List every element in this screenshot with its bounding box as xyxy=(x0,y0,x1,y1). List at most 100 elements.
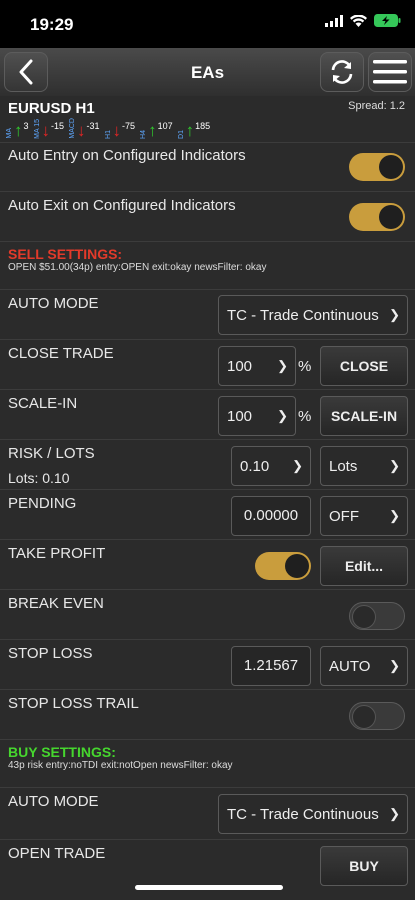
break-even-toggle[interactable] xyxy=(349,602,405,630)
pending-mode-select[interactable]: OFF ❯ xyxy=(320,496,408,536)
pending-mode-value: OFF xyxy=(329,508,359,525)
arrow-up-icon: ↑ xyxy=(185,120,195,140)
hamburger-menu-icon xyxy=(373,60,407,84)
buy-settings-title: BUY SETTINGS: xyxy=(8,744,116,760)
risk-lots-row: RISK / LOTS Lots: 0.10 0.10 ❯ Lots ❯ xyxy=(0,440,415,490)
indicator-value: 107 xyxy=(157,120,173,131)
indicator-label: MA 15 xyxy=(33,118,41,139)
toggle-knob xyxy=(379,155,403,179)
pending-label: PENDING xyxy=(8,495,77,512)
menu-button[interactable] xyxy=(368,52,412,92)
take-profit-label: TAKE PROFIT xyxy=(8,545,106,562)
toggle-knob xyxy=(285,554,309,578)
scale-in-percent-value: 100 xyxy=(227,408,253,425)
refresh-button[interactable] xyxy=(320,52,364,92)
chevron-down-icon: ❯ xyxy=(277,408,288,423)
stop-loss-trail-toggle[interactable] xyxy=(349,702,405,730)
symbol-header: EURUSD H1 Spread: 1.2 MA ↑ 3 MA 15 ↓ -15 MACD ↓… xyxy=(0,96,415,143)
take-profit-edit-button[interactable]: Edit... xyxy=(320,546,408,586)
wifi-icon xyxy=(350,14,367,27)
auto-entry-row: Auto Entry on Configured Indicators xyxy=(0,142,415,192)
auto-exit-row: Auto Exit on Configured Indicators xyxy=(0,192,415,242)
close-trade-percent-sign: % xyxy=(298,358,312,375)
buy-button[interactable]: BUY xyxy=(320,846,408,886)
close-button[interactable]: CLOSE xyxy=(320,346,408,386)
auto-exit-label: Auto Exit on Configured Indicators xyxy=(8,197,236,214)
sell-auto-mode-label: AUTO MODE xyxy=(8,295,99,312)
scale-in-percent-sign: % xyxy=(298,408,312,425)
chevron-down-icon: ❯ xyxy=(277,358,288,373)
auto-entry-toggle[interactable] xyxy=(349,153,405,181)
stop-loss-label: STOP LOSS xyxy=(8,645,93,662)
stop-loss-trail-label: STOP LOSS TRAIL xyxy=(8,695,139,712)
sell-auto-mode-value: TC - Trade Continuous xyxy=(227,307,379,324)
auto-entry-label: Auto Entry on Configured Indicators xyxy=(8,147,246,164)
indicator-item: H1 ↓ -75 xyxy=(104,120,136,139)
indicator-value: -31 xyxy=(86,120,100,131)
sell-settings-summary: OPEN $51.00(34p) entry:OPEN exit:okay ne… xyxy=(8,262,267,273)
stop-loss-mode-select[interactable]: AUTO ❯ xyxy=(320,646,408,686)
pending-price-input[interactable]: 0.00000 xyxy=(231,496,311,536)
chevron-left-icon xyxy=(19,59,33,85)
arrow-up-icon: ↑ xyxy=(148,120,157,140)
indicator-label: H1 xyxy=(104,129,112,139)
indicator-value: 3 xyxy=(23,120,29,131)
chevron-down-icon: ❯ xyxy=(389,508,400,523)
buy-settings-header: BUY SETTINGS: 43p risk entry:noTDI exit:… xyxy=(0,740,415,788)
stop-loss-mode-value: AUTO xyxy=(329,658,371,675)
toggle-knob xyxy=(352,705,376,729)
arrow-down-icon: ↓ xyxy=(77,120,86,140)
risk-value-select[interactable]: 0.10 ❯ xyxy=(231,446,311,486)
stop-loss-price-input[interactable]: 1.21567 xyxy=(231,646,311,686)
indicator-label: MA xyxy=(6,128,13,139)
indicator-item: MA 15 ↓ -15 xyxy=(34,119,65,139)
indicator-label: H4 xyxy=(140,129,148,139)
refresh-icon xyxy=(331,60,353,84)
risk-lots-label: RISK / LOTS xyxy=(8,445,95,462)
scale-in-percent-select[interactable]: 100 ❯ xyxy=(218,396,296,436)
status-time: 19:29 xyxy=(30,15,74,34)
navigation-bar: EAs xyxy=(0,48,415,97)
indicator-value: -15 xyxy=(51,120,65,131)
spread-value: Spread: 1.2 xyxy=(348,100,405,112)
break-even-label: BREAK EVEN xyxy=(8,595,104,612)
risk-type-value: Lots xyxy=(329,458,358,475)
take-profit-toggle[interactable] xyxy=(255,552,311,580)
stop-loss-row: STOP LOSS 1.21567 AUTO ❯ xyxy=(0,640,415,690)
indicator-item: D1 ↑ 185 xyxy=(178,120,211,140)
scale-in-button[interactable]: SCALE-IN xyxy=(320,396,408,436)
chevron-down-icon: ❯ xyxy=(292,458,303,473)
close-trade-percent-select[interactable]: 100 ❯ xyxy=(218,346,296,386)
pending-row: PENDING 0.00000 OFF ❯ xyxy=(0,490,415,540)
auto-exit-toggle[interactable] xyxy=(349,203,405,231)
sell-auto-mode-select[interactable]: TC - Trade Continuous ❯ xyxy=(218,295,408,335)
arrow-down-icon: ↓ xyxy=(41,120,51,140)
battery-charging-icon xyxy=(374,14,401,27)
chevron-down-icon: ❯ xyxy=(389,658,400,673)
chevron-down-icon: ❯ xyxy=(389,806,400,821)
risk-value: 0.10 xyxy=(240,458,270,475)
home-indicator xyxy=(135,885,283,890)
sell-settings-title: SELL SETTINGS: xyxy=(8,246,123,262)
buy-settings-summary: 43p risk entry:noTDI exit:notOpen newsFi… xyxy=(8,760,233,771)
close-trade-label: CLOSE TRADE xyxy=(8,345,114,362)
indicator-value: 185 xyxy=(195,120,211,131)
break-even-row: BREAK EVEN xyxy=(0,590,415,640)
back-button[interactable] xyxy=(4,52,48,92)
chevron-down-icon: ❯ xyxy=(389,458,400,473)
take-profit-row: TAKE PROFIT Edit... xyxy=(0,540,415,590)
scale-in-label: SCALE-IN xyxy=(8,395,78,412)
indicator-value: -75 xyxy=(122,120,136,131)
indicator-item: MA ↑ 3 xyxy=(6,120,29,139)
close-trade-row: CLOSE TRADE 100 ❯ % CLOSE xyxy=(0,340,415,390)
stop-loss-trail-row: STOP LOSS TRAIL xyxy=(0,690,415,740)
chevron-down-icon: ❯ xyxy=(389,307,400,322)
indicator-label: MACD xyxy=(69,118,77,139)
risk-type-select[interactable]: Lots ❯ xyxy=(320,446,408,486)
open-trade-row: OPEN TRADE BUY xyxy=(0,840,415,900)
toggle-knob xyxy=(352,605,376,629)
buy-auto-mode-select[interactable]: TC - Trade Continuous ❯ xyxy=(218,794,408,834)
status-icons xyxy=(325,14,401,27)
sell-auto-mode-row: AUTO MODE TC - Trade Continuous ❯ xyxy=(0,290,415,340)
sell-settings-header: SELL SETTINGS: OPEN $51.00(34p) entry:OP… xyxy=(0,242,415,290)
